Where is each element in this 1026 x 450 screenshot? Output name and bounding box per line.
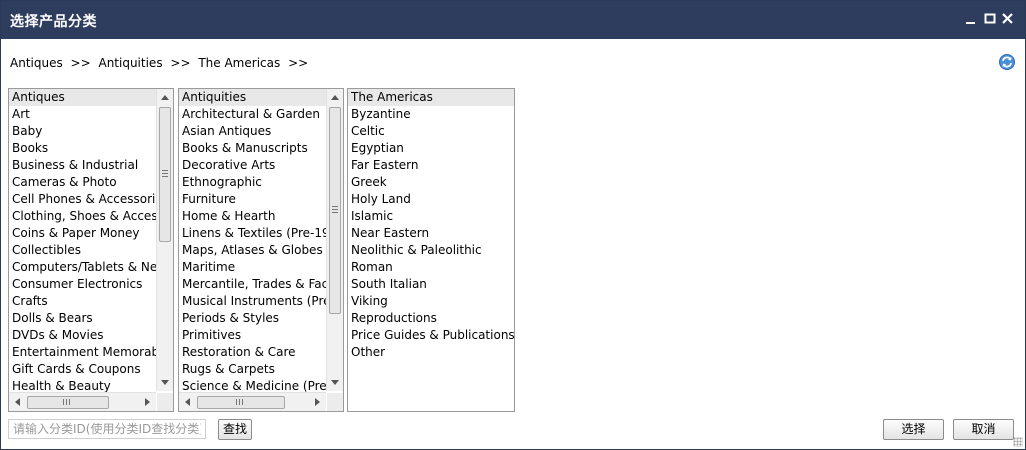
resize-grip-icon[interactable] — [1013, 437, 1023, 447]
list-item[interactable]: Books — [9, 140, 156, 157]
dialog-title: 选择产品分类 — [10, 14, 97, 30]
list-item[interactable]: Gift Cards & Coupons — [9, 361, 156, 378]
list-item[interactable]: Primitives — [179, 327, 326, 344]
list-item[interactable]: Neolithic & Paleolithic — [348, 242, 514, 259]
list-item[interactable]: Restoration & Care — [179, 344, 326, 361]
breadcrumb-item[interactable]: The Americas — [198, 56, 280, 70]
list-item[interactable]: Viking — [348, 293, 514, 310]
cancel-button[interactable]: 取消 — [953, 419, 1014, 440]
scroll-thumb[interactable] — [27, 396, 109, 409]
horizontal-scrollbar[interactable] — [179, 392, 326, 411]
scroll-corner — [157, 393, 173, 411]
list-item[interactable]: Dolls & Bears — [9, 310, 156, 327]
list-items: Antiques Art Baby Books Business & Indus… — [9, 89, 156, 395]
scroll-down-icon[interactable] — [161, 380, 169, 385]
minimize-icon[interactable] — [965, 12, 977, 26]
list-item[interactable]: Cameras & Photo — [9, 174, 156, 191]
vertical-scrollbar[interactable] — [326, 89, 343, 391]
list-item[interactable]: Linens & Textiles (Pre-1930) — [179, 225, 326, 242]
grip-icon — [162, 170, 168, 179]
breadcrumb-separator: >> — [70, 56, 91, 70]
horizontal-scrollbar[interactable] — [9, 392, 156, 411]
scroll-thumb[interactable] — [329, 107, 341, 314]
list-item[interactable]: Mercantile, Trades & Factories — [179, 276, 326, 293]
list-item[interactable]: The Americas — [348, 89, 514, 106]
breadcrumb-separator: >> — [170, 56, 191, 70]
list-item[interactable]: Islamic — [348, 208, 514, 225]
list-item[interactable]: Maps, Atlases & Globes — [179, 242, 326, 259]
breadcrumb-separator: >> — [288, 56, 309, 70]
scroll-down-icon[interactable] — [331, 380, 339, 385]
list-item[interactable]: DVDs & Movies — [9, 327, 156, 344]
category-list-level-1[interactable]: Antiques Art Baby Books Business & Indus… — [8, 88, 174, 412]
category-list-level-3[interactable]: The Americas Byzantine Celtic Egyptian F… — [347, 88, 515, 412]
scroll-thumb[interactable] — [197, 396, 285, 409]
list-item[interactable]: Computers/Tablets & Networking — [9, 259, 156, 276]
list-item[interactable]: Roman — [348, 259, 514, 276]
category-id-search-input[interactable] — [8, 419, 206, 439]
list-item[interactable]: Far Eastern — [348, 157, 514, 174]
category-list-level-2[interactable]: Antiquities Architectural & Garden Asian… — [178, 88, 344, 412]
list-item[interactable]: Clothing, Shoes & Accessories — [9, 208, 156, 225]
list-items: Antiquities Architectural & Garden Asian… — [179, 89, 326, 395]
list-item[interactable]: Ethnographic — [179, 174, 326, 191]
scroll-thumb[interactable] — [159, 107, 171, 242]
title-bar[interactable]: 选择产品分类 — [1, 1, 1025, 39]
list-item[interactable]: Business & Industrial — [9, 157, 156, 174]
breadcrumb: Antiques >> Antiquities >> The Americas … — [10, 56, 312, 70]
scroll-corner — [327, 393, 343, 411]
list-item[interactable]: Furniture — [179, 191, 326, 208]
list-item[interactable]: Musical Instruments (Pre-1930) — [179, 293, 326, 310]
grip-icon — [332, 206, 338, 215]
vertical-scrollbar[interactable] — [156, 89, 173, 391]
list-item[interactable]: Asian Antiques — [179, 123, 326, 140]
list-item[interactable]: Collectibles — [9, 242, 156, 259]
category-dialog: 选择产品分类 Antiques >> Antiquities >> The Am… — [0, 0, 1026, 450]
list-item[interactable]: Art — [9, 106, 156, 123]
scroll-up-icon[interactable] — [331, 95, 339, 100]
list-item[interactable]: Reproductions — [348, 310, 514, 327]
list-item[interactable]: Home & Hearth — [179, 208, 326, 225]
list-item[interactable]: South Italian — [348, 276, 514, 293]
list-item[interactable]: Maritime — [179, 259, 326, 276]
list-item[interactable]: Near Eastern — [348, 225, 514, 242]
list-item[interactable]: Celtic — [348, 123, 514, 140]
list-item[interactable]: Antiquities — [179, 89, 326, 106]
list-items: The Americas Byzantine Celtic Egyptian F… — [348, 89, 514, 361]
list-item[interactable]: Baby — [9, 123, 156, 140]
list-item[interactable]: Egyptian — [348, 140, 514, 157]
list-item[interactable]: Crafts — [9, 293, 156, 310]
list-item[interactable]: Periods & Styles — [179, 310, 326, 327]
grip-icon — [236, 399, 245, 405]
list-item[interactable]: Entertainment Memorabilia — [9, 344, 156, 361]
refresh-icon[interactable] — [998, 53, 1016, 71]
list-item[interactable]: Decorative Arts — [179, 157, 326, 174]
scroll-left-icon[interactable] — [15, 398, 20, 406]
list-item[interactable]: Greek — [348, 174, 514, 191]
list-item[interactable]: Consumer Electronics — [9, 276, 156, 293]
list-item[interactable]: Coins & Paper Money — [9, 225, 156, 242]
list-item[interactable]: Books & Manuscripts — [179, 140, 326, 157]
list-item[interactable]: Cell Phones & Accessories — [9, 191, 156, 208]
list-item[interactable]: Price Guides & Publications — [348, 327, 514, 344]
maximize-icon[interactable] — [984, 12, 996, 26]
scroll-left-icon[interactable] — [185, 398, 190, 406]
scroll-right-icon[interactable] — [145, 398, 150, 406]
scroll-up-icon[interactable] — [161, 95, 169, 100]
breadcrumb-item[interactable]: Antiques — [10, 56, 63, 70]
list-item[interactable]: Holy Land — [348, 191, 514, 208]
select-button[interactable]: 选择 — [883, 419, 944, 440]
list-item[interactable]: Antiques — [9, 89, 156, 106]
list-item[interactable]: Architectural & Garden — [179, 106, 326, 123]
list-item[interactable]: Other — [348, 344, 514, 361]
search-button[interactable]: 查找 — [218, 419, 252, 440]
grip-icon — [63, 399, 72, 405]
list-item[interactable]: Byzantine — [348, 106, 514, 123]
scroll-right-icon[interactable] — [315, 398, 320, 406]
list-item[interactable]: Rugs & Carpets — [179, 361, 326, 378]
close-icon[interactable] — [1002, 12, 1014, 26]
breadcrumb-item[interactable]: Antiquities — [98, 56, 162, 70]
